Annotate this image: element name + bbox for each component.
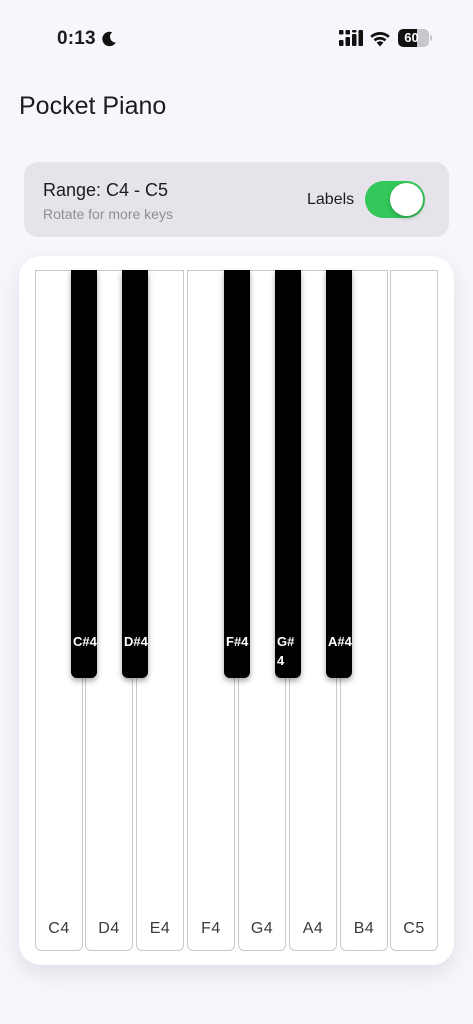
toggle-knob [390, 183, 423, 216]
key-label: C#4 [73, 634, 97, 649]
key-label: G4 [250, 920, 274, 937]
key-label: C5 [403, 920, 425, 937]
moon-icon [102, 31, 116, 47]
battery-level-text: 60 [404, 30, 419, 45]
labels-toggle[interactable] [365, 181, 425, 218]
battery-indicator: 60 [398, 29, 429, 47]
key-label: A4 [302, 920, 324, 937]
black-key-g-sharp-4[interactable]: G#4 [275, 270, 301, 678]
cellular-signal-icon [339, 30, 363, 46]
key-label: G#4 [277, 634, 295, 668]
key-label: F4 [201, 920, 221, 937]
status-time: 0:13 [57, 28, 96, 49]
key-label: F#4 [226, 634, 249, 649]
labels-toggle-label: Labels [307, 191, 355, 208]
key-label: E4 [149, 920, 171, 937]
status-bar: 0:13 60 [0, 0, 473, 60]
page-title: Pocket Piano [19, 92, 167, 120]
wifi-icon [370, 31, 390, 47]
range-hint: Rotate for more keys [43, 206, 173, 222]
battery-tip [430, 35, 432, 41]
key-label: A#4 [328, 634, 352, 649]
key-label: D#4 [124, 634, 148, 649]
white-key-c5[interactable]: C5 [390, 270, 438, 951]
black-key-a-sharp-4[interactable]: A#4 [326, 270, 352, 678]
black-key-c-sharp-4[interactable]: C#4 [71, 270, 97, 678]
key-label: D4 [98, 920, 120, 937]
black-key-f-sharp-4[interactable]: F#4 [224, 270, 250, 678]
key-label: C4 [48, 920, 70, 937]
black-key-d-sharp-4[interactable]: D#4 [122, 270, 148, 678]
piano-keyboard: C4 D4 E4 F4 G4 A4 B4 C5 C#4 D#4 F#4 G#4 … [19, 256, 454, 965]
range-card: Range: C4 - C5 Rotate for more keys Labe… [24, 162, 449, 237]
range-title: Range: C4 - C5 [43, 180, 169, 200]
key-label: B4 [353, 920, 375, 937]
